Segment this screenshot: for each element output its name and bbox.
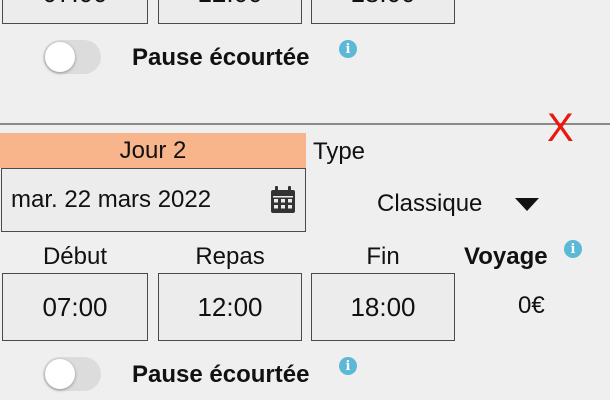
day1-meal-time-field[interactable]: 12:00 bbox=[158, 0, 302, 24]
section-divider bbox=[0, 123, 610, 125]
start-time-value: 07:00 bbox=[42, 291, 108, 322]
info-icon[interactable]: i bbox=[339, 357, 357, 375]
meal-label: Repas bbox=[195, 243, 265, 270]
day1-pause-toggle[interactable] bbox=[43, 40, 101, 74]
delete-day-button[interactable]: X bbox=[547, 106, 574, 151]
day1-start-time-value: 07:00 bbox=[42, 0, 107, 9]
start-time-field[interactable]: 07:00 bbox=[2, 273, 148, 341]
day-header-label: Jour 2 bbox=[119, 136, 187, 164]
type-dropdown-value: Classique bbox=[377, 190, 483, 217]
day1-start-time-field[interactable]: 07:00 bbox=[2, 0, 148, 24]
pause-label: Pause écourtée bbox=[132, 361, 310, 388]
toggle-knob bbox=[45, 359, 75, 389]
end-time-value: 18:00 bbox=[350, 291, 416, 322]
meal-time-field[interactable]: 12:00 bbox=[158, 273, 302, 341]
info-icon[interactable]: i bbox=[564, 240, 582, 258]
start-label: Début bbox=[42, 243, 108, 270]
calendar-icon[interactable] bbox=[270, 186, 296, 214]
info-icon[interactable]: i bbox=[339, 40, 357, 58]
caret-down-icon bbox=[515, 198, 539, 211]
end-label: Fin bbox=[366, 243, 400, 270]
end-time-field[interactable]: 18:00 bbox=[311, 273, 455, 341]
day1-meal-time-value: 12:00 bbox=[197, 0, 262, 9]
day-header: Jour 2 bbox=[0, 133, 306, 168]
day1-end-time-field[interactable]: 18:00 bbox=[311, 0, 455, 24]
meal-time-value: 12:00 bbox=[197, 291, 263, 322]
type-dropdown[interactable]: Classique bbox=[370, 186, 550, 222]
travel-value: 0€ bbox=[518, 292, 545, 319]
type-label: Type bbox=[313, 138, 366, 165]
travel-label: Voyage bbox=[464, 243, 548, 270]
toggle-knob bbox=[45, 42, 75, 72]
date-value: mar. 22 mars 2022 bbox=[11, 186, 212, 213]
date-field[interactable]: mar. 22 mars 2022 bbox=[1, 168, 306, 232]
day1-end-time-value: 18:00 bbox=[350, 0, 415, 9]
pause-toggle[interactable] bbox=[43, 357, 101, 391]
day1-pause-label: Pause écourtée bbox=[132, 44, 310, 71]
